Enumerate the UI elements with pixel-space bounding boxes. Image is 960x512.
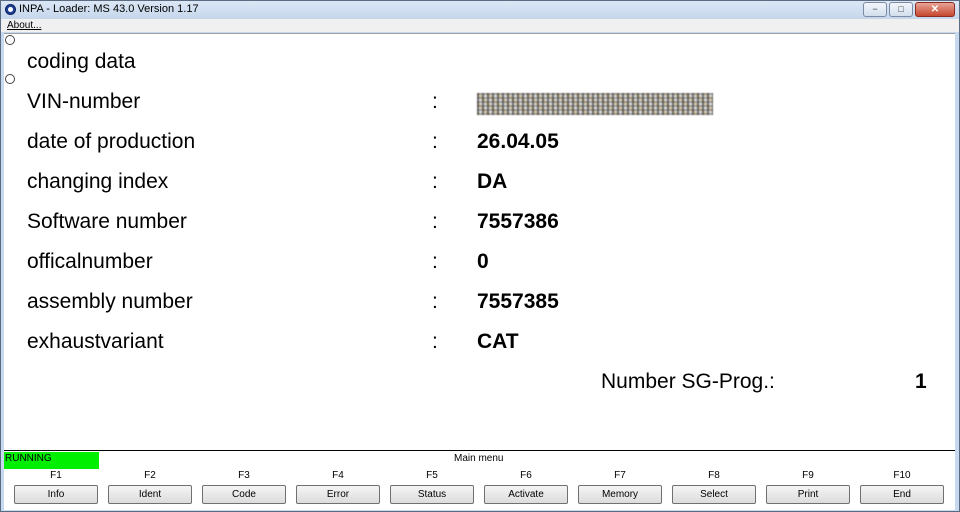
function-key-bar: RUNNING Main menu F1 F2 F3 F4 F5 F6 F7 F… <box>4 450 955 510</box>
row-vin-number: VIN-number : <box>4 90 955 116</box>
window-controls: − □ ✕ <box>863 2 955 17</box>
print-button[interactable]: Print <box>766 485 850 504</box>
row-value: 7557385 <box>477 290 559 313</box>
row-label: Software number <box>27 210 187 233</box>
app-window: INPA - Loader: MS 43.0 Version 1.17 − □ … <box>0 0 960 512</box>
fkey-label-f8: F8 <box>708 470 720 481</box>
bmw-logo-icon <box>5 4 16 15</box>
row-value: DA <box>477 170 508 193</box>
row-officalnumber: officalnumber : 0 <box>4 250 955 276</box>
row-value: 7557386 <box>477 210 559 233</box>
row-label: assembly number <box>27 290 193 313</box>
row-date-of-production: date of production : 26.04.05 <box>4 130 955 156</box>
fkey-label-f6: F6 <box>520 470 532 481</box>
status-badge: RUNNING <box>4 452 99 469</box>
restore-button[interactable]: □ <box>889 2 913 17</box>
fkey-label-f7: F7 <box>614 470 626 481</box>
ident-button[interactable]: Ident <box>108 485 192 504</box>
row-software-number: Software number : 7557386 <box>4 210 955 236</box>
window-title: INPA - Loader: MS 43.0 Version 1.17 <box>19 3 199 15</box>
fkey-label-f3: F3 <box>238 470 250 481</box>
radio-option-1[interactable] <box>5 35 15 45</box>
menu-title: Main menu <box>454 453 504 464</box>
row-changing-index: changing index : DA <box>4 170 955 196</box>
code-button[interactable]: Code <box>202 485 286 504</box>
info-button[interactable]: Info <box>14 485 98 504</box>
row-separator: : <box>432 130 438 153</box>
row-exhaustvariant: exhaustvariant : CAT <box>4 330 955 356</box>
vin-redacted-value <box>477 93 713 115</box>
fkey-label-f10: F10 <box>893 470 911 481</box>
row-separator: : <box>432 290 438 313</box>
menu-about[interactable]: About... <box>7 19 41 32</box>
title-bar[interactable]: INPA - Loader: MS 43.0 Version 1.17 − □ … <box>1 1 959 19</box>
select-button[interactable]: Select <box>672 485 756 504</box>
row-separator: : <box>432 330 438 353</box>
sg-prog-label: Number SG-Prog.: <box>601 370 775 393</box>
row-assembly-number: assembly number : 7557385 <box>4 290 955 316</box>
row-separator: : <box>432 250 438 273</box>
fkey-label-f5: F5 <box>426 470 438 481</box>
row-value: 0 <box>477 250 489 273</box>
heading-row: coding data <box>4 50 955 76</box>
row-label: VIN-number <box>27 90 141 113</box>
row-value: CAT <box>477 330 519 353</box>
fkey-label-f2: F2 <box>144 470 156 481</box>
end-button[interactable]: End <box>860 485 944 504</box>
sg-prog-value: 1 <box>915 370 927 393</box>
row-label: changing index <box>27 170 169 193</box>
minimize-button[interactable]: − <box>863 2 887 17</box>
fkey-label-f4: F4 <box>332 470 344 481</box>
close-button[interactable]: ✕ <box>915 2 955 17</box>
memory-button[interactable]: Memory <box>578 485 662 504</box>
row-label: officalnumber <box>27 250 153 273</box>
page-title: coding data <box>27 50 136 73</box>
menu-bar: About... <box>1 19 959 32</box>
row-separator: : <box>432 170 438 193</box>
status-button[interactable]: Status <box>390 485 474 504</box>
activate-button[interactable]: Activate <box>484 485 568 504</box>
fkey-label-f9: F9 <box>802 470 814 481</box>
error-button[interactable]: Error <box>296 485 380 504</box>
row-label: exhaustvariant <box>27 330 164 353</box>
row-label: date of production <box>27 130 196 153</box>
row-separator: : <box>432 90 438 113</box>
fkey-label-f1: F1 <box>50 470 62 481</box>
row-separator: : <box>432 210 438 233</box>
row-value: 26.04.05 <box>477 130 559 153</box>
coding-data-panel: coding data VIN-number : date of product… <box>4 33 955 451</box>
